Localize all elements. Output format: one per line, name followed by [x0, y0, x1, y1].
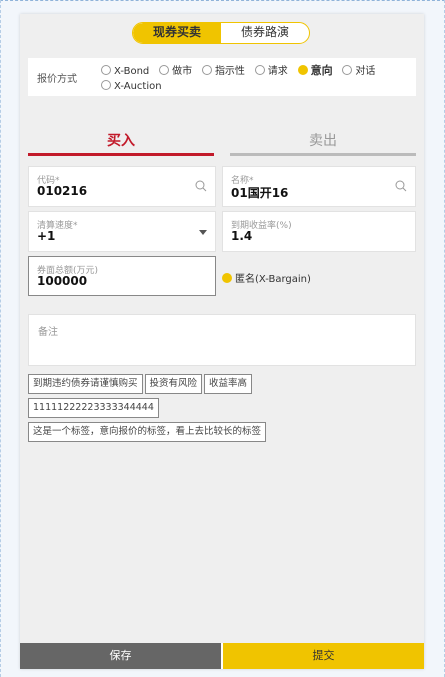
remark-label: 备注: [38, 327, 58, 338]
radio-icon: [101, 80, 111, 90]
segment-control-wrap: 现券买卖 债券路演: [20, 22, 424, 44]
quote-method-options: X-Bond 做市 指示性 请求 意向 对话 X-Auction: [101, 63, 411, 93]
quote-option-indicative[interactable]: 指示性: [201, 65, 245, 78]
quote-option-xbond[interactable]: X-Bond: [101, 65, 149, 78]
radio-icon: [101, 65, 111, 75]
save-button[interactable]: 保存: [20, 643, 221, 669]
quote-option-market-making[interactable]: 做市: [159, 65, 192, 78]
mobile-screen: 现券买卖 债券路演 报价方式 X-Bond 做市 指示性 请求 意向 对话 X-…: [20, 14, 424, 669]
tag-list: 到期违约债券请谨慎购买 投资有风险 收益率高 1111122222333334444…: [28, 374, 416, 446]
tag-item[interactable]: 11111222223333344444: [28, 398, 159, 418]
submit-button[interactable]: 提交: [223, 643, 424, 669]
segment-bond-roadshow[interactable]: 债券路演: [221, 23, 309, 43]
top-dashed-border: [0, 0, 445, 6]
caret-down-icon: [199, 230, 207, 235]
anonymous-label: 匿名(X-Bargain): [235, 274, 311, 285]
quote-method-card: 报价方式 X-Bond 做市 指示性 请求 意向 对话 X-Auction: [28, 58, 416, 96]
direction-tabs: 买入 卖出: [28, 128, 416, 156]
search-icon[interactable]: [195, 180, 207, 192]
radio-icon: [159, 65, 170, 75]
quote-option-dialogue[interactable]: 对话: [342, 65, 375, 78]
tag-item[interactable]: 这是一个标签，意向报价的标签，看上去比较长的标签: [28, 422, 267, 442]
code-field[interactable]: 代码* 010216: [28, 166, 216, 207]
remark-field[interactable]: 备注: [28, 314, 416, 366]
radio-checked-icon: [222, 273, 232, 283]
tag-item[interactable]: 投资有风险: [144, 374, 203, 394]
tab-sell[interactable]: 卖出: [230, 128, 416, 156]
name-value: 01国开16: [231, 186, 289, 200]
radio-icon: [201, 65, 212, 75]
segment-control: 现券买卖 债券路演: [132, 22, 310, 44]
tag-item[interactable]: 收益率高: [204, 374, 253, 394]
search-icon[interactable]: [395, 180, 407, 192]
yield-field[interactable]: 到期收益率(%) 1.4: [222, 211, 416, 252]
quote-option-intent[interactable]: 意向: [297, 64, 333, 78]
segment-spot-trade[interactable]: 现券买卖: [133, 23, 221, 43]
face-amount-value: 100000: [37, 274, 88, 288]
bottom-action-bar: 保存 提交: [20, 643, 424, 669]
tab-buy[interactable]: 买入: [28, 128, 214, 156]
settlement-speed-value: +1: [37, 229, 56, 243]
radio-checked-icon: [297, 65, 308, 75]
left-dashed-border: [0, 0, 10, 677]
name-field[interactable]: 名称* 01国开16: [222, 166, 416, 207]
anonymous-radio[interactable]: 匿名(X-Bargain): [222, 270, 311, 285]
yield-value: 1.4: [231, 229, 253, 243]
code-value: 010216: [37, 184, 88, 198]
radio-icon: [342, 65, 353, 75]
radio-icon: [254, 65, 265, 75]
quote-option-request[interactable]: 请求: [254, 65, 288, 78]
right-dashed-border: [435, 0, 445, 677]
settlement-speed-select[interactable]: 清算速度* +1: [28, 211, 216, 252]
quote-method-label: 报价方式: [37, 74, 77, 85]
tag-item[interactable]: 到期违约债券请谨慎购买: [28, 374, 143, 394]
quote-option-xauction[interactable]: X-Auction: [101, 80, 162, 93]
face-amount-field[interactable]: 券面总额(万元) 100000: [28, 256, 216, 296]
